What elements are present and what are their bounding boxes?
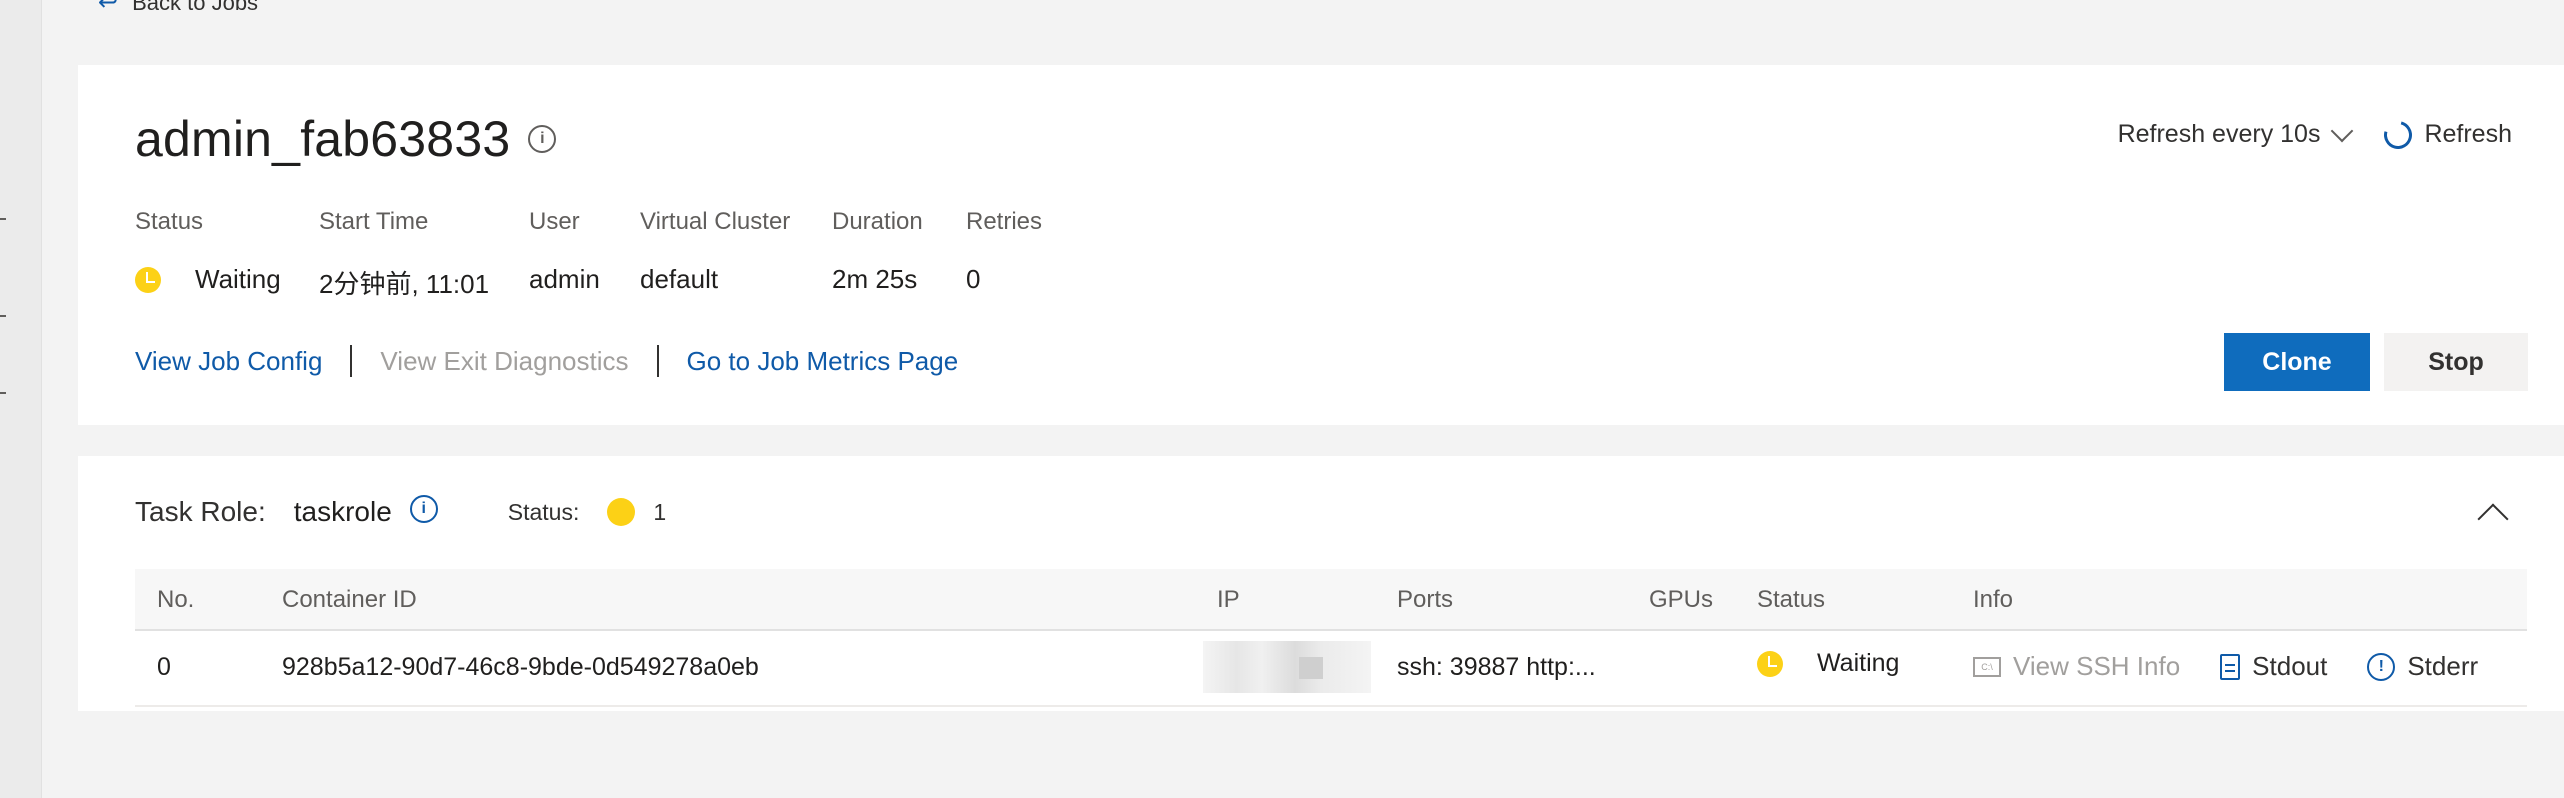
view-job-config-link[interactable]: View Job Config bbox=[135, 346, 322, 377]
column-header-container-id[interactable]: Container ID bbox=[282, 586, 417, 614]
stdout-button[interactable]: Stdout bbox=[2220, 651, 2327, 682]
job-status-text: Waiting bbox=[195, 264, 281, 294]
link-divider bbox=[350, 345, 353, 377]
job-status-value: Waiting bbox=[135, 264, 281, 295]
meta-duration: Duration 2m 25s bbox=[832, 208, 923, 294]
info-actions: C:\ View SSH Info Stdout ! Stderr bbox=[1973, 651, 2478, 682]
column-header-ip[interactable]: IP bbox=[1217, 586, 1240, 614]
container-status: Waiting bbox=[1757, 649, 1899, 678]
container-status-text: Waiting bbox=[1817, 649, 1900, 677]
meta-retries: Retries 0 bbox=[966, 208, 1043, 294]
back-to-jobs-label: Back to Jobs bbox=[132, 0, 259, 15]
meta-start-time: Start Time 2分钟前, 11:01 bbox=[319, 208, 489, 299]
meta-label: Retries bbox=[966, 208, 1043, 235]
task-status-count: 1 bbox=[653, 498, 667, 525]
refresh-icon bbox=[2379, 115, 2418, 154]
task-status-label: Status: bbox=[507, 498, 580, 525]
job-links: View Job Config View Exit Diagnostics Go… bbox=[135, 345, 958, 377]
meta-user: User admin bbox=[529, 208, 600, 294]
document-icon bbox=[2220, 653, 2241, 680]
ip-address-redacted bbox=[1203, 641, 1371, 693]
waiting-status-icon bbox=[607, 498, 636, 526]
stdout-label: Stdout bbox=[2252, 651, 2328, 681]
column-header-ports[interactable]: Ports bbox=[1397, 586, 1453, 614]
view-ssh-info-button: C:\ View SSH Info bbox=[1973, 651, 2180, 682]
back-to-jobs-link[interactable]: ↩ Back to Jobs bbox=[98, 0, 258, 17]
row-number: 0 bbox=[157, 653, 171, 681]
column-header-gpus[interactable]: GPUs bbox=[1649, 586, 1713, 614]
task-role-label: Task Role: bbox=[135, 496, 266, 527]
terminal-icon: C:\ bbox=[1973, 656, 2001, 677]
back-arrow-icon: ↩ bbox=[98, 0, 119, 16]
error-icon: ! bbox=[2367, 652, 2396, 681]
view-exit-diagnostics-link: View Exit Diagnostics bbox=[380, 345, 629, 376]
chevron-up-icon[interactable] bbox=[2477, 503, 2509, 535]
refresh-interval-dropdown[interactable]: Refresh every 10s bbox=[2117, 119, 2354, 149]
stop-button[interactable]: Stop bbox=[2384, 333, 2528, 391]
stderr-label: Stderr bbox=[2407, 651, 2479, 681]
refresh-label: Refresh bbox=[2424, 120, 2512, 148]
refresh-button[interactable]: Refresh bbox=[2379, 115, 2512, 154]
task-table-header: No. Container ID IP Ports GPUs Status In… bbox=[135, 569, 2527, 631]
clone-button[interactable]: Clone bbox=[2224, 333, 2370, 391]
stderr-button[interactable]: ! Stderr bbox=[2367, 651, 2478, 682]
nav-item-marker[interactable] bbox=[0, 392, 6, 394]
nav-item-marker[interactable] bbox=[0, 315, 6, 317]
start-time-value: 2分钟前, 11:01 bbox=[319, 269, 490, 299]
virtual-cluster-value: default bbox=[640, 264, 719, 294]
job-title: admin_fab63833 bbox=[135, 111, 511, 167]
view-ssh-info-label: View SSH Info bbox=[2013, 651, 2181, 681]
refresh-controls: Refresh every 10s Refresh bbox=[2117, 115, 2512, 154]
table-row: 0 928b5a12-90d7-46c8-9bde-0d549278a0eb s… bbox=[135, 631, 2527, 707]
meta-label: Virtual Cluster bbox=[640, 208, 791, 235]
clock-icon bbox=[1757, 650, 1783, 677]
job-metrics-link[interactable]: Go to Job Metrics Page bbox=[687, 346, 959, 377]
retries-value: 0 bbox=[966, 264, 981, 294]
task-role-name: taskrole bbox=[293, 496, 392, 527]
meta-status: Status Waiting bbox=[135, 208, 281, 294]
clock-icon bbox=[135, 266, 161, 293]
column-header-status[interactable]: Status bbox=[1757, 586, 1825, 614]
duration-value: 2m 25s bbox=[832, 264, 918, 294]
task-role-card: Task Role: taskrole i Status: 1 No. Cont… bbox=[78, 456, 2564, 711]
meta-virtual-cluster: Virtual Cluster default bbox=[640, 208, 791, 294]
column-header-no[interactable]: No. bbox=[157, 586, 194, 614]
refresh-interval-label: Refresh every 10s bbox=[2117, 120, 2321, 148]
nav-item-marker[interactable] bbox=[0, 218, 6, 220]
job-summary-card: admin_fab63833 i Refresh every 10s Refre… bbox=[78, 65, 2564, 425]
info-icon[interactable]: i bbox=[409, 495, 438, 523]
link-divider bbox=[656, 345, 659, 377]
column-header-info: Info bbox=[1973, 586, 2014, 613]
user-value: admin bbox=[529, 264, 600, 294]
task-role-header: Task Role: taskrole i Status: 1 bbox=[135, 495, 667, 528]
meta-label: Status bbox=[135, 208, 204, 235]
meta-label: Duration bbox=[832, 208, 923, 235]
container-id: 928b5a12-90d7-46c8-9bde-0d549278a0eb bbox=[282, 653, 759, 681]
job-title-row: admin_fab63833 i bbox=[135, 110, 557, 168]
ports-value: ssh: 39887 http:... bbox=[1397, 653, 1596, 681]
meta-label: User bbox=[529, 208, 580, 235]
chevron-down-icon bbox=[2331, 119, 2354, 142]
info-icon[interactable]: i bbox=[528, 125, 557, 153]
left-nav bbox=[0, 0, 42, 798]
meta-label: Start Time bbox=[319, 208, 429, 235]
